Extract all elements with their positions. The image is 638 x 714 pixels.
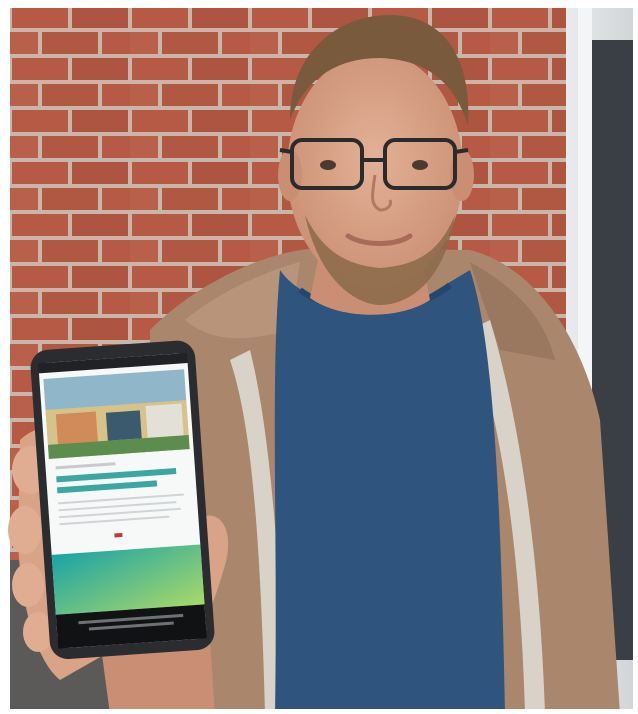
photo-scene bbox=[0, 0, 638, 714]
smartphone bbox=[30, 340, 215, 659]
t-shirt bbox=[274, 270, 505, 714]
screen-footer bbox=[51, 544, 205, 615]
